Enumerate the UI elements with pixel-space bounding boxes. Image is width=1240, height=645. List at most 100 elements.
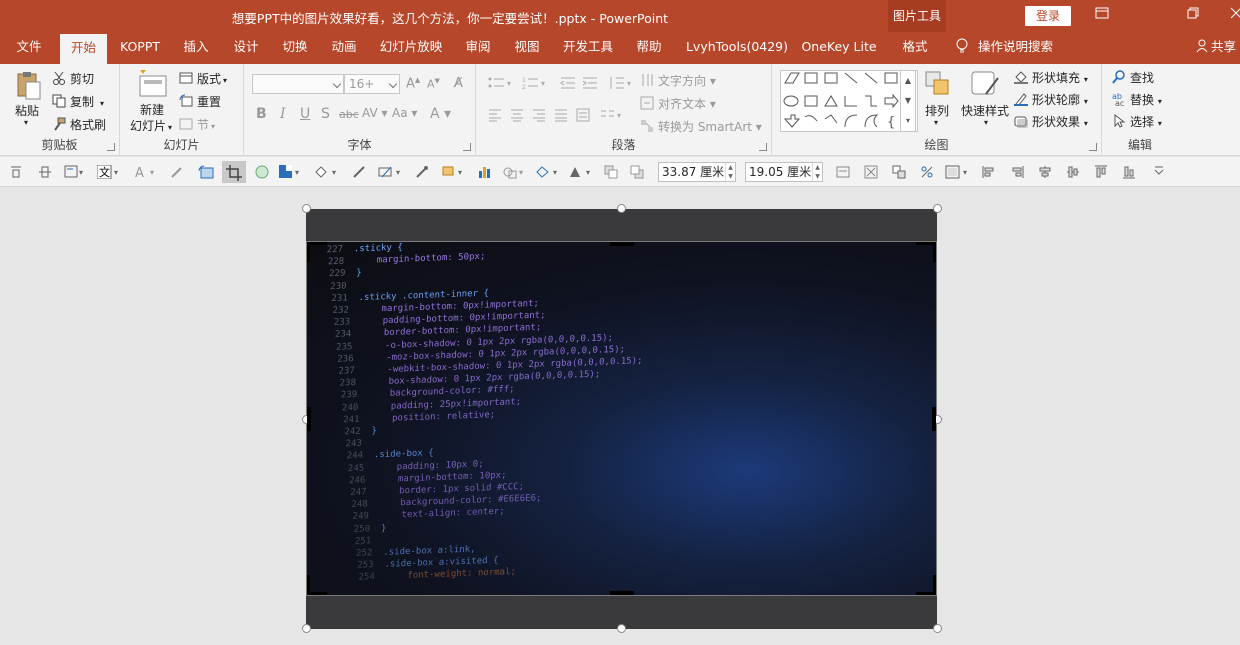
drawing-launcher-icon[interactable] xyxy=(1089,143,1097,151)
shapes-gallery-scroll[interactable]: ▲ ▼ ▾ xyxy=(900,70,916,132)
align-text-button[interactable]: 对齐文本 ▾ xyxy=(640,95,716,112)
crop-handle-bottom-left[interactable] xyxy=(307,575,327,595)
login-button[interactable]: 登录 xyxy=(1025,6,1071,26)
qa-text-icon[interactable]: 文 ▾ xyxy=(96,164,123,180)
resize-handle-bottom[interactable] xyxy=(617,624,626,633)
shapes-gallery[interactable]: { xyxy=(780,70,918,132)
copy-dropdown-icon[interactable]: ▾ xyxy=(100,99,104,108)
arrange-dropdown-icon[interactable]: ▾ xyxy=(934,118,938,127)
character-spacing-icon[interactable]: AV ▾ xyxy=(362,106,388,120)
tab-format[interactable]: 格式 xyxy=(892,32,938,64)
shape-fill-button[interactable]: 形状填充 ▾ xyxy=(1014,69,1088,86)
increase-font-icon[interactable]: A▲ xyxy=(406,76,420,91)
shape-effects-button[interactable]: 形状效果 ▾ xyxy=(1014,113,1088,130)
gallery-more-icon[interactable]: ▾ xyxy=(901,111,915,131)
numbering-icon[interactable]: 1 2 ▾ xyxy=(522,76,548,93)
tab-file[interactable]: 文件 xyxy=(8,32,50,64)
crop-handle-top[interactable] xyxy=(610,242,634,246)
qa-rotate-icon[interactable]: ▾ xyxy=(568,165,596,179)
qa-eyedropper2-icon[interactable] xyxy=(415,165,429,179)
crop-handle-top-left[interactable] xyxy=(307,242,327,262)
line-spacing-icon[interactable]: ▾ xyxy=(608,76,634,93)
quick-styles-dropdown-icon[interactable]: ▾ xyxy=(984,118,988,127)
resize-handle-top-left[interactable] xyxy=(302,204,311,213)
layout-button[interactable]: 版式 ▾ xyxy=(179,70,227,87)
distributed-icon[interactable] xyxy=(576,108,590,125)
font-size-dropdown-icon[interactable] xyxy=(388,79,398,89)
align-center-icon[interactable] xyxy=(510,108,524,125)
shadow-icon[interactable]: S xyxy=(321,106,330,122)
align-right-icon[interactable] xyxy=(532,108,546,125)
tab-home[interactable]: 开始 xyxy=(60,34,107,64)
columns-icon[interactable]: ▾ xyxy=(600,108,626,125)
qa-highlighter-icon[interactable]: ▾ xyxy=(442,165,470,179)
align-left-icon[interactable] xyxy=(488,108,502,125)
qa-textbox-icon[interactable]: ▾ xyxy=(64,165,86,179)
qa-picture-icon[interactable] xyxy=(198,165,216,179)
quick-styles-icon[interactable] xyxy=(968,68,1000,98)
replace-button[interactable]: ab ac 替换 ▾ xyxy=(1112,91,1162,108)
tab-help[interactable]: 帮助 xyxy=(629,32,669,64)
arrange-icon[interactable] xyxy=(924,70,956,100)
tab-koppt[interactable]: KOPPT xyxy=(112,32,168,64)
resize-handle-bottom-left[interactable] xyxy=(302,624,311,633)
crop-handle-left[interactable] xyxy=(307,407,311,431)
qa-align-top-icon[interactable] xyxy=(1094,165,1108,179)
clipboard-launcher-icon[interactable] xyxy=(107,143,115,151)
find-button[interactable]: 查找 xyxy=(1112,69,1154,86)
paste-dropdown-icon[interactable]: ▾ xyxy=(24,118,28,127)
qa-crop-icon[interactable] xyxy=(222,161,246,183)
new-slide-label-1[interactable]: 新建 xyxy=(140,101,164,118)
underline-icon[interactable]: U xyxy=(300,106,310,122)
qa-fill-color-icon[interactable]: ▾ xyxy=(279,165,303,179)
section-button[interactable]: 节 ▾ xyxy=(179,116,215,133)
tab-transitions[interactable]: 切换 xyxy=(275,32,315,64)
qa-align-center-icon[interactable] xyxy=(1066,165,1080,179)
copy-button[interactable]: 复制 ▾ xyxy=(52,93,104,110)
restore-window-icon[interactable] xyxy=(1183,6,1203,26)
decrease-indent-icon[interactable] xyxy=(560,76,576,93)
paste-button[interactable]: 粘贴 xyxy=(15,102,39,119)
share-button[interactable]: 共享 xyxy=(1196,32,1236,64)
crop-handle-bottom[interactable] xyxy=(610,591,634,595)
resize-handle-bottom-right[interactable] xyxy=(933,624,942,633)
qa-outline-icon[interactable]: ▾ xyxy=(378,165,406,179)
tab-view[interactable]: 视图 xyxy=(507,32,547,64)
decrease-font-icon[interactable]: A▼ xyxy=(427,77,440,91)
cut-button[interactable]: 剪切 xyxy=(52,70,94,87)
bold-icon[interactable]: B xyxy=(256,106,267,122)
italic-icon[interactable]: I xyxy=(280,106,286,122)
qa-chart-icon[interactable] xyxy=(478,165,492,179)
qa-delete-icon[interactable] xyxy=(864,165,878,179)
crop-handle-bottom-right[interactable] xyxy=(916,575,936,595)
qa-align-middle-icon[interactable] xyxy=(1038,165,1052,179)
qa-customize-dropdown-icon[interactable] xyxy=(1152,165,1166,179)
tab-slideshow[interactable]: 幻灯片放映 xyxy=(375,32,447,64)
qa-font-icon[interactable]: A ▾ xyxy=(135,165,161,181)
qa-picture-border-icon[interactable]: ▾ xyxy=(945,165,973,179)
qa-shape-circle-icon[interactable] xyxy=(255,165,269,179)
qa-align-left-icon[interactable] xyxy=(982,165,996,179)
change-case-icon[interactable]: Aa ▾ xyxy=(392,106,417,120)
bullets-icon[interactable]: ▾ xyxy=(488,76,514,93)
qa-align-right-icon[interactable] xyxy=(1010,165,1024,179)
qa-eyedropper-icon[interactable] xyxy=(170,165,184,179)
qa-shape-fill-icon[interactable]: ▾ xyxy=(314,165,342,179)
width-input[interactable]: 33.87 厘米 ▲ ▼ xyxy=(658,162,736,182)
qa-pen-icon[interactable] xyxy=(352,165,366,179)
width-spinner-icon[interactable]: ▲ ▼ xyxy=(725,163,735,181)
clear-formatting-icon[interactable]: A̸ xyxy=(454,76,463,91)
quick-styles-button[interactable]: 快速样式 xyxy=(961,102,1009,119)
font-launcher-icon[interactable] xyxy=(463,143,471,151)
paragraph-launcher-icon[interactable] xyxy=(759,143,767,151)
resize-handle-top[interactable] xyxy=(617,204,626,213)
arrange-button[interactable]: 排列 xyxy=(925,102,949,119)
height-input[interactable]: 19.05 厘米 ▲ ▼ xyxy=(745,162,823,182)
tell-me-search[interactable]: 操作说明搜索 xyxy=(956,32,1053,64)
convert-smartart-button[interactable]: 转换为 SmartArt ▾ xyxy=(640,118,762,135)
qa-edit-shape-icon[interactable]: ▾ xyxy=(535,165,563,179)
qa-bring-forward-icon[interactable] xyxy=(604,165,618,179)
font-name-combo[interactable] xyxy=(252,74,344,94)
height-spinner-icon[interactable]: ▲ ▼ xyxy=(812,163,822,181)
tab-developer[interactable]: 开发工具 xyxy=(557,32,619,64)
